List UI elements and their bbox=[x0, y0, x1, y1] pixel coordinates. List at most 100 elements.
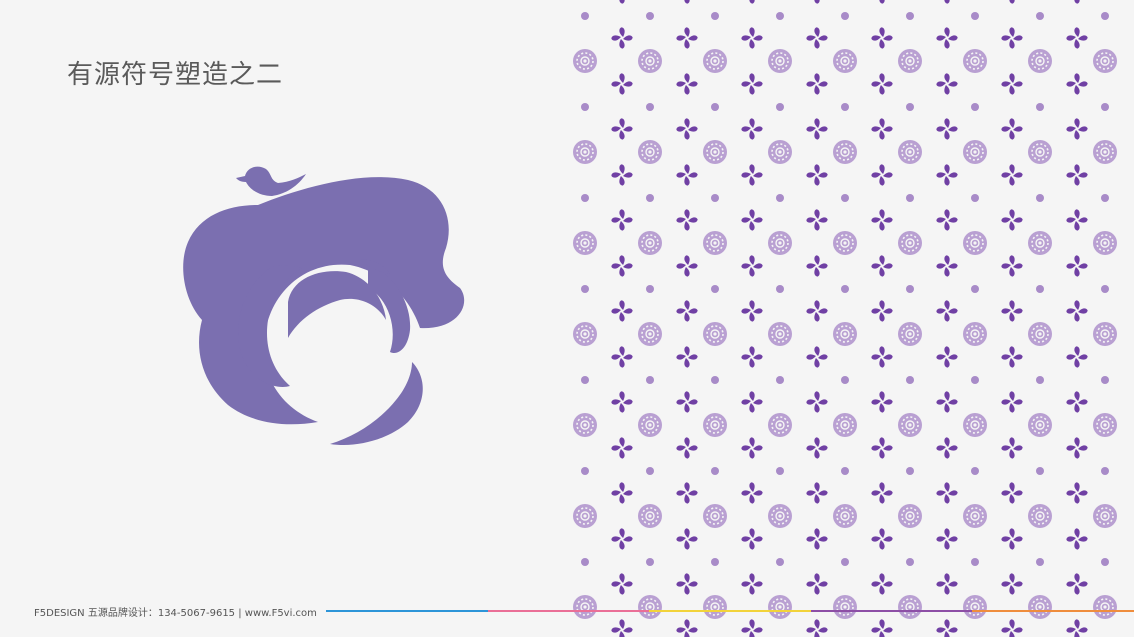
footer-contact: F5DESIGN 五源品牌设计：134-5067-9615 | www.F5vi… bbox=[34, 608, 317, 619]
petal-x-icon bbox=[870, 208, 894, 232]
dot-icon bbox=[1101, 467, 1109, 475]
petal-x-icon bbox=[805, 117, 829, 141]
dot-icon bbox=[971, 194, 979, 202]
dot-icon bbox=[1036, 103, 1044, 111]
petal-x-icon bbox=[610, 254, 634, 278]
petal-x-icon bbox=[1065, 163, 1089, 187]
petal-x-icon bbox=[675, 572, 699, 596]
petal-x-icon bbox=[1000, 26, 1024, 50]
pattern-grid bbox=[572, 0, 1118, 637]
petal-x-icon bbox=[1000, 72, 1024, 96]
dot-icon bbox=[1101, 103, 1109, 111]
petal-x-icon bbox=[805, 527, 829, 551]
petal-x-icon bbox=[935, 254, 959, 278]
petal-x-icon bbox=[675, 481, 699, 505]
petal-x-icon bbox=[1065, 72, 1089, 96]
petal-x-icon bbox=[805, 390, 829, 414]
petal-x-icon bbox=[1065, 481, 1089, 505]
dot-icon bbox=[646, 103, 654, 111]
flower-medallion-icon bbox=[1092, 594, 1118, 620]
petal-x-icon bbox=[1000, 299, 1024, 323]
petal-x-icon bbox=[1000, 345, 1024, 369]
flower-medallion-icon bbox=[1027, 594, 1053, 620]
dot-icon bbox=[841, 467, 849, 475]
petal-x-icon bbox=[1000, 618, 1024, 637]
petal-x-icon bbox=[870, 254, 894, 278]
dot-icon bbox=[906, 285, 914, 293]
dot-icon bbox=[1101, 558, 1109, 566]
dot-icon bbox=[776, 103, 784, 111]
flower-medallion-icon bbox=[1027, 230, 1053, 256]
bird-shape bbox=[236, 166, 306, 196]
flower-medallion-icon bbox=[1092, 48, 1118, 74]
petal-x-icon bbox=[935, 208, 959, 232]
flower-medallion-icon bbox=[572, 503, 598, 529]
dot-icon bbox=[841, 194, 849, 202]
petal-x-icon bbox=[935, 117, 959, 141]
petal-x-icon bbox=[1065, 527, 1089, 551]
petal-x-icon bbox=[935, 481, 959, 505]
petal-x-icon bbox=[1000, 390, 1024, 414]
petal-x-icon bbox=[870, 163, 894, 187]
petal-x-icon bbox=[610, 618, 634, 637]
petal-x-icon bbox=[740, 117, 764, 141]
flower-medallion-icon bbox=[897, 412, 923, 438]
petal-x-icon bbox=[1065, 345, 1089, 369]
dot-icon bbox=[646, 558, 654, 566]
flower-medallion-icon bbox=[637, 230, 663, 256]
petal-x-icon bbox=[1065, 572, 1089, 596]
petal-x-icon bbox=[610, 572, 634, 596]
petal-x-icon bbox=[675, 208, 699, 232]
flower-medallion-icon bbox=[1092, 139, 1118, 165]
petal-x-icon bbox=[675, 618, 699, 637]
dot-icon bbox=[581, 467, 589, 475]
flower-medallion-icon bbox=[962, 48, 988, 74]
flower-medallion-icon bbox=[962, 139, 988, 165]
flower-medallion-icon bbox=[1092, 321, 1118, 347]
dot-icon bbox=[711, 12, 719, 20]
petal-x-icon bbox=[935, 26, 959, 50]
petal-x-icon bbox=[675, 117, 699, 141]
dot-icon bbox=[776, 376, 784, 384]
flower-medallion-icon bbox=[637, 321, 663, 347]
flower-medallion-icon bbox=[767, 321, 793, 347]
flower-medallion-icon bbox=[962, 503, 988, 529]
petal-x-icon bbox=[1000, 481, 1024, 505]
dot-icon bbox=[1036, 558, 1044, 566]
petal-x-icon bbox=[675, 436, 699, 460]
petal-x-icon bbox=[870, 299, 894, 323]
dot-icon bbox=[581, 285, 589, 293]
petal-x-icon bbox=[805, 618, 829, 637]
petal-x-icon bbox=[675, 26, 699, 50]
dot-icon bbox=[646, 12, 654, 20]
dot-icon bbox=[1101, 285, 1109, 293]
petal-x-icon bbox=[610, 345, 634, 369]
petal-x-icon bbox=[675, 527, 699, 551]
slide: 有源符号塑造之二 F5DESIGN 五源品牌设计：134-5067-9615 |… bbox=[0, 0, 1134, 637]
dot-icon bbox=[581, 103, 589, 111]
logo-lower-crescent bbox=[330, 362, 423, 446]
flower-medallion-icon bbox=[637, 139, 663, 165]
petal-x-icon bbox=[805, 299, 829, 323]
flower-medallion-icon bbox=[767, 48, 793, 74]
flower-medallion-icon bbox=[897, 48, 923, 74]
petal-x-icon bbox=[1000, 436, 1024, 460]
petal-x-icon bbox=[610, 26, 634, 50]
flower-medallion-icon bbox=[1027, 503, 1053, 529]
footer-color-line bbox=[326, 610, 1134, 612]
flower-medallion-icon bbox=[572, 139, 598, 165]
dot-icon bbox=[646, 285, 654, 293]
dot-icon bbox=[711, 194, 719, 202]
petal-x-icon bbox=[610, 117, 634, 141]
petal-x-icon bbox=[610, 72, 634, 96]
flower-medallion-icon bbox=[897, 321, 923, 347]
petal-x-icon bbox=[740, 254, 764, 278]
petal-x-icon bbox=[935, 390, 959, 414]
flower-medallion-icon bbox=[702, 230, 728, 256]
petal-x-icon bbox=[1000, 208, 1024, 232]
flower-medallion-icon bbox=[897, 503, 923, 529]
dot-icon bbox=[1036, 194, 1044, 202]
petal-x-icon bbox=[935, 345, 959, 369]
petal-x-icon bbox=[805, 26, 829, 50]
flower-medallion-icon bbox=[702, 321, 728, 347]
